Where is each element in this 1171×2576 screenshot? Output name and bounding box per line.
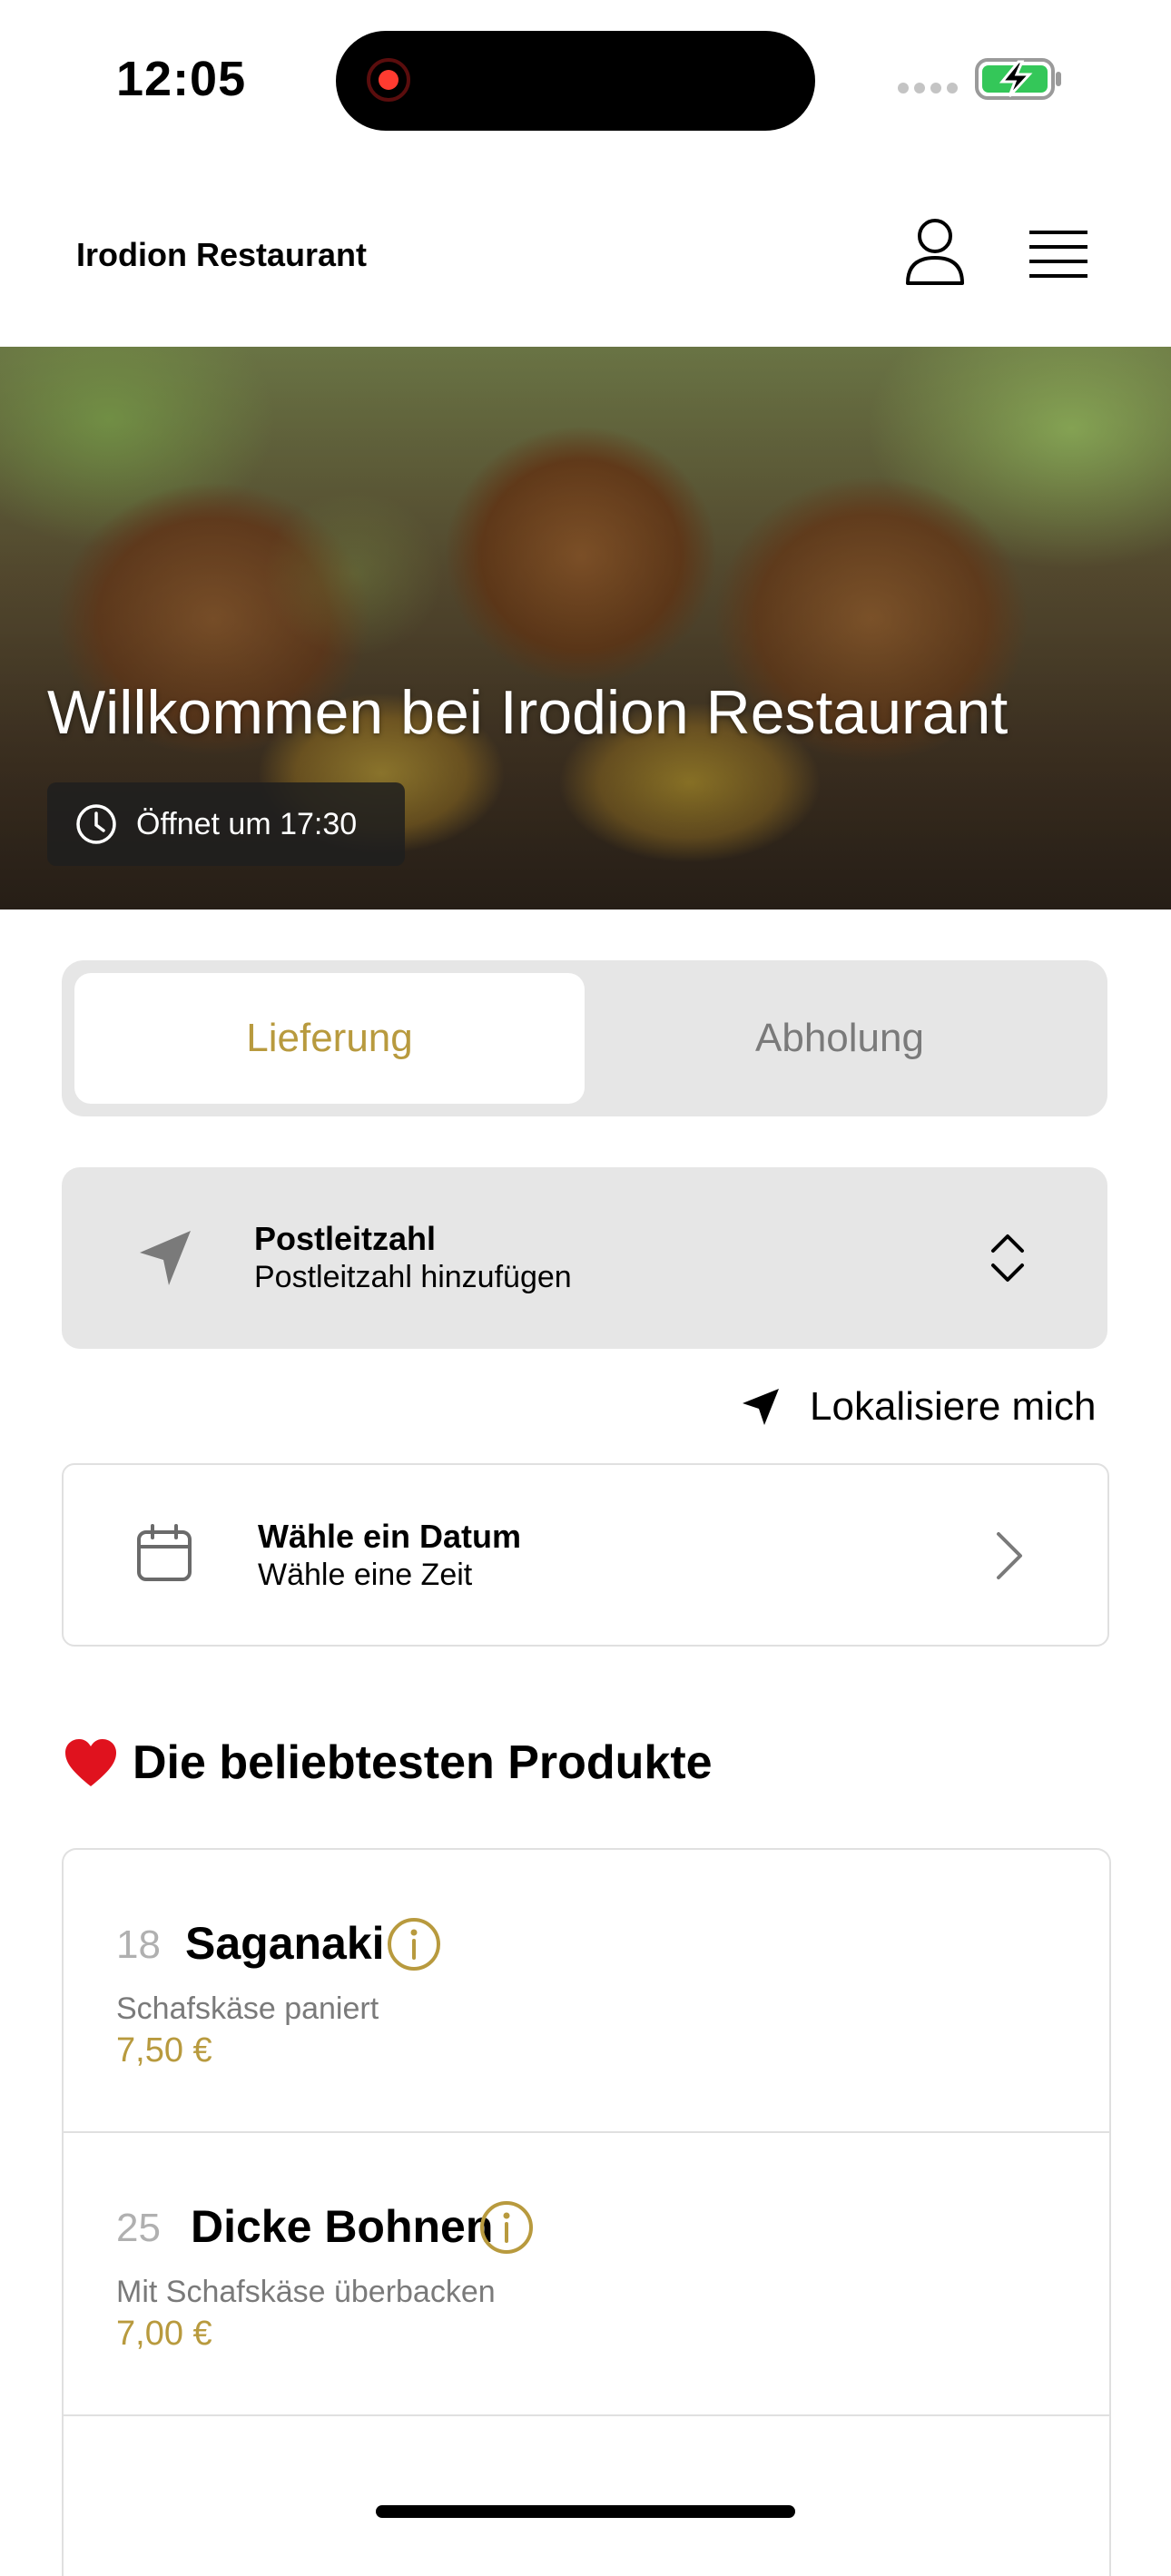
postcode-selector[interactable]: Postleitzahl Postleitzahl hinzufügen xyxy=(62,1167,1107,1349)
product-description: Schafskäse paniert xyxy=(116,1991,379,2026)
product-name: Saganaki xyxy=(185,1918,385,1969)
order-mode-toggle: Lieferung Abholung xyxy=(62,960,1107,1116)
status-bar: 12:05 xyxy=(0,0,1171,163)
opening-hours-badge: Öffnet um 17:30 xyxy=(47,782,405,866)
locate-me-label: Lokalisiere mich xyxy=(810,1384,1097,1429)
product-number: 25 xyxy=(116,2206,161,2250)
recording-indicator-icon xyxy=(367,58,410,102)
product-description: Mit Schafskäse überbacken xyxy=(116,2275,496,2309)
product-price: 7,50 € xyxy=(116,2031,212,2070)
calendar-icon xyxy=(137,1524,192,1581)
tab-pickup[interactable]: Abholung xyxy=(585,973,1095,1104)
date-label: Wähle ein Datum xyxy=(258,1518,522,1555)
product-item[interactable]: 18 Saganaki Schafskäse paniert 7,50 € xyxy=(64,1850,1109,2133)
chevron-right-icon xyxy=(997,1532,1022,1579)
dynamic-island xyxy=(336,31,815,131)
popular-products-list: 18 Saganaki Schafskäse paniert 7,50 € 25… xyxy=(62,1848,1111,2576)
product-item[interactable]: 25 Dicke Bohnen Mit Schafskäse überbacke… xyxy=(64,2133,1109,2416)
heart-icon xyxy=(65,1739,116,1786)
chevron-up-down-icon xyxy=(991,1234,1024,1282)
locate-me-button[interactable]: Lokalisiere mich xyxy=(739,1380,1096,1434)
product-price: 7,00 € xyxy=(116,2315,212,2353)
welcome-title: Willkommen bei Irodion Restaurant xyxy=(47,678,1009,747)
location-arrow-icon xyxy=(743,1389,779,1425)
user-account-icon[interactable] xyxy=(904,218,966,287)
postcode-placeholder: Postleitzahl hinzufügen xyxy=(254,1260,572,1294)
app-header: Irodion Restaurant xyxy=(0,163,1171,347)
clock-icon xyxy=(76,804,116,844)
hero-banner: Willkommen bei Irodion Restaurant Öffnet… xyxy=(0,347,1171,909)
hamburger-menu-icon[interactable] xyxy=(1028,227,1089,281)
home-indicator[interactable] xyxy=(376,2505,795,2518)
time-label: Wähle eine Zeit xyxy=(258,1558,473,1592)
battery-charging-icon xyxy=(975,58,1061,100)
navigation-arrow-icon xyxy=(140,1231,191,1285)
info-icon[interactable] xyxy=(479,2200,534,2255)
tab-delivery[interactable]: Lieferung xyxy=(74,973,585,1104)
popular-products-heading: Die beliebtesten Produkte xyxy=(64,1735,713,1790)
product-name: Dicke Bohnen xyxy=(191,2201,494,2252)
restaurant-name[interactable]: Irodion Restaurant xyxy=(76,236,367,274)
status-time: 12:05 xyxy=(116,52,247,106)
opening-hours-text: Öffnet um 17:30 xyxy=(136,806,358,841)
list-item[interactable] xyxy=(64,2416,1109,2576)
date-time-picker[interactable]: Wähle ein Datum Wähle eine Zeit xyxy=(62,1463,1109,1647)
popular-products-title: Die beliebtesten Produkte xyxy=(133,1736,713,1789)
info-icon[interactable] xyxy=(387,1917,441,1971)
cellular-signal-icon xyxy=(898,83,958,93)
postcode-label: Postleitzahl xyxy=(254,1220,437,1257)
product-number: 18 xyxy=(116,1922,161,1967)
